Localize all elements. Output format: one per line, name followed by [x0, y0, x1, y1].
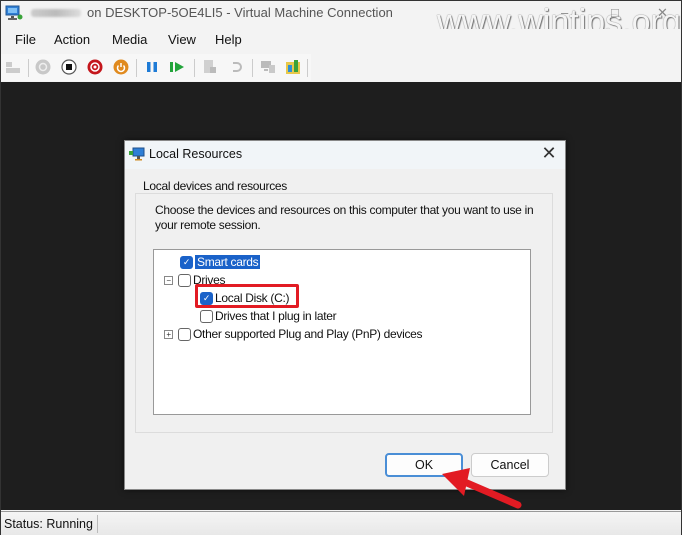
menu-view[interactable]: View	[168, 32, 196, 47]
close-button[interactable]: ✕	[657, 5, 668, 21]
toolbar-separator	[252, 59, 253, 77]
menu-bar: File Action Media View Help	[1, 29, 681, 53]
menu-file[interactable]: File	[15, 32, 36, 47]
turn-off-button[interactable]	[60, 58, 78, 76]
tree-item-smart-cards[interactable]: ✓ Smart cards	[180, 254, 261, 270]
revert-button[interactable]	[227, 58, 245, 76]
dialog-close-button[interactable]: ✕	[537, 143, 561, 164]
pause-button[interactable]	[143, 58, 161, 76]
collapse-icon[interactable]: −	[164, 275, 173, 285]
dialog-title: Local Resources	[149, 147, 243, 161]
status-bar: Status: Running	[1, 511, 681, 535]
turn-off-icon	[61, 59, 77, 75]
toolbar-separator	[28, 59, 29, 77]
highlight-annotation	[195, 284, 299, 308]
checkbox-pnp-devices[interactable]	[178, 327, 191, 341]
pause-icon	[147, 62, 157, 72]
checkbox-smart-cards[interactable]: ✓	[180, 255, 193, 269]
ok-button[interactable]: OK	[385, 453, 463, 477]
minimize-button[interactable]: –	[561, 5, 568, 20]
start-icon	[35, 59, 51, 75]
group-description: Choose the devices and resources on this…	[155, 203, 534, 232]
checkbox-drives-later[interactable]	[200, 309, 213, 323]
toolbar-separator	[136, 59, 137, 77]
group-label: Local devices and resources	[141, 179, 289, 193]
reset-button[interactable]	[168, 58, 186, 76]
toolbar-separator	[194, 59, 195, 77]
menu-help[interactable]: Help	[215, 32, 242, 47]
menu-action[interactable]: Action	[54, 32, 90, 47]
cancel-button[interactable]: Cancel	[471, 453, 549, 477]
save-button[interactable]	[112, 58, 130, 76]
tree-item-pnp-devices[interactable]: + Other supported Plug and Play (PnP) de…	[164, 326, 423, 342]
title-bar: on DESKTOP-5OE4LI5 - Virtual Machine Con…	[1, 1, 681, 41]
checkpoint-icon	[204, 60, 216, 73]
blurred-vm-name	[31, 9, 81, 17]
local-resources-dialog: Local Resources ✕ Local devices and reso…	[124, 140, 566, 490]
share-icon	[286, 60, 300, 74]
save-icon	[113, 59, 129, 75]
tree-label: Other supported Plug and Play (PnP) devi…	[193, 327, 423, 341]
maximize-button[interactable]: □	[611, 5, 619, 20]
dialog-title-bar: Local Resources ✕	[125, 141, 565, 169]
ctrl-alt-del-button[interactable]	[4, 58, 22, 76]
toolbar-empty-area	[311, 54, 681, 81]
enhanced-session-icon	[261, 61, 275, 73]
revert-icon	[233, 62, 242, 72]
tree-label: Drives that I plug in later	[215, 309, 337, 323]
reset-icon	[170, 62, 184, 72]
shut-down-icon	[87, 59, 103, 75]
toolbar-separator	[307, 59, 308, 77]
tree-label: Smart cards	[195, 255, 261, 269]
shut-down-button[interactable]	[86, 58, 104, 76]
tree-item-drives-later[interactable]: Drives that I plug in later	[200, 308, 337, 324]
checkpoint-button[interactable]	[201, 58, 219, 76]
menu-media[interactable]: Media	[112, 32, 147, 47]
enhanced-session-button[interactable]	[259, 58, 277, 76]
devices-tree: ✓ Smart cards − Drives ✓ Local Disk (C:)…	[153, 249, 531, 415]
status-separator	[97, 515, 98, 533]
toolbar	[1, 54, 311, 81]
start-button[interactable]	[34, 58, 52, 76]
expand-icon[interactable]: +	[164, 329, 173, 339]
ctrl-alt-del-icon	[6, 62, 20, 73]
remote-desktop-icon	[129, 147, 145, 161]
vm-connection-icon	[5, 5, 23, 20]
status-text: Status: Running	[4, 517, 93, 531]
checkbox-drives[interactable]	[178, 273, 191, 287]
share-button[interactable]	[284, 58, 302, 76]
window-title: on DESKTOP-5OE4LI5 - Virtual Machine Con…	[87, 5, 393, 20]
